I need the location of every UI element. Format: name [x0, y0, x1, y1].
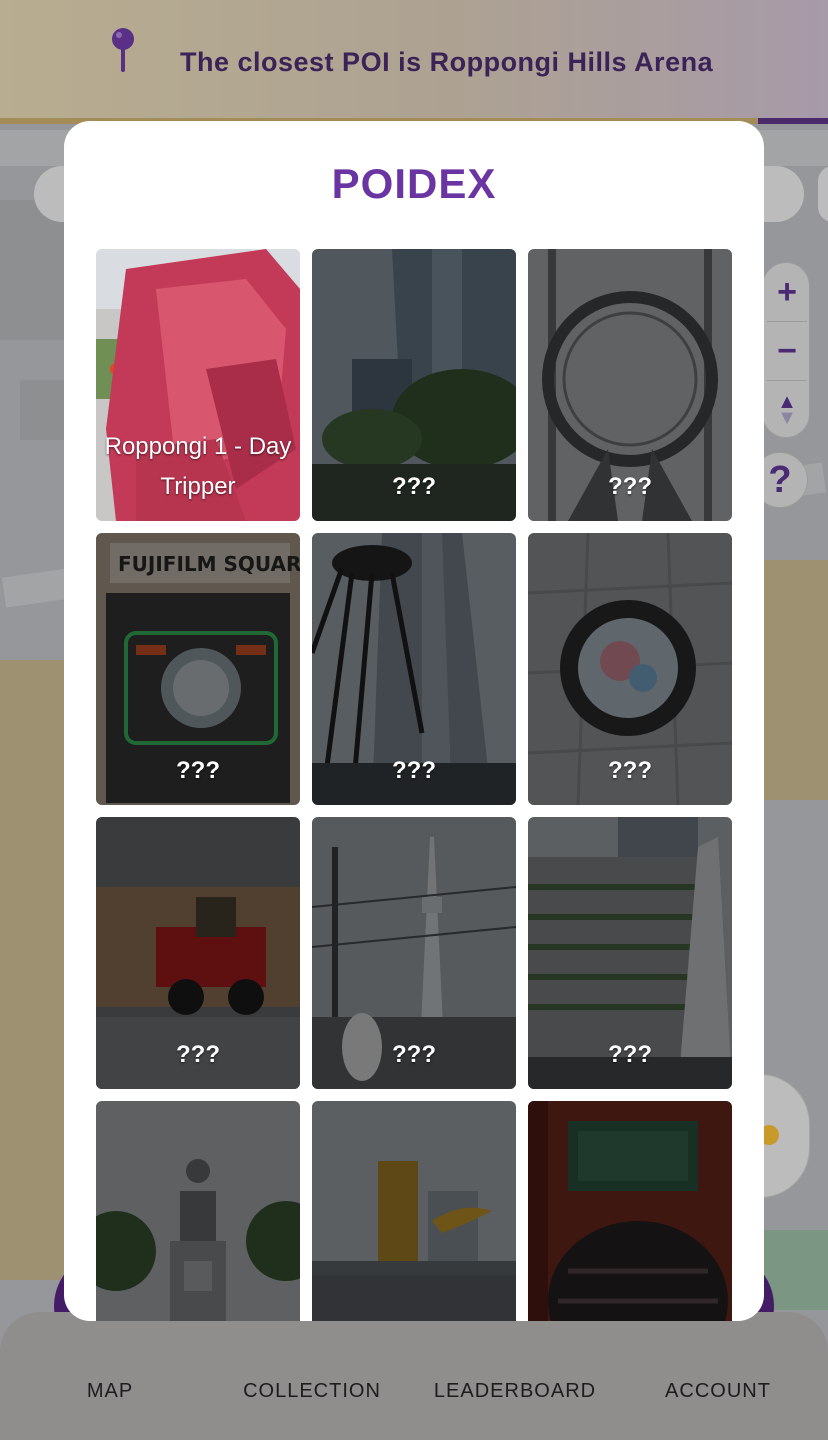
minus-icon: −	[777, 331, 797, 370]
nav-item-leaderboard[interactable]: LEADERBOARD	[430, 1374, 600, 1408]
map-filter-chip[interactable]	[818, 166, 828, 222]
poi-card[interactable]: ???	[312, 249, 516, 521]
modal-title: POIDEX	[331, 160, 497, 207]
poi-name: Roppongi 1 - Day Tripper	[104, 433, 292, 500]
poi-name: ???	[392, 473, 436, 500]
poi-name: ???	[608, 1041, 652, 1068]
poi-name: ???	[608, 473, 652, 500]
closest-poi-text: The closest POI is Roppongi Hills Arena	[180, 47, 714, 77]
poi-card[interactable]	[96, 1101, 300, 1321]
nav-item-map[interactable]: MAP	[40, 1374, 180, 1408]
closest-poi-banner: The closest POI is Roppongi Hills Arena	[0, 0, 828, 124]
poi-card[interactable]: ???	[312, 533, 516, 805]
poi-card[interactable]: ???	[528, 817, 732, 1089]
map-pin-icon	[112, 28, 134, 72]
poi-card[interactable]: ???	[312, 817, 516, 1089]
poi-card[interactable]	[312, 1101, 516, 1321]
zoom-control: + − ▲ ▼	[762, 262, 810, 438]
poi-card[interactable]: FUJIFILM SQUARE ???	[96, 533, 300, 805]
zoom-out-button[interactable]: −	[763, 322, 811, 380]
poi-name: ???	[176, 757, 220, 784]
question-icon: ?	[768, 458, 792, 501]
poi-grid: Roppongi 1 - Day Tripper ??? ??? FUJIFIL…	[96, 249, 732, 1321]
poi-card[interactable]: ???	[528, 249, 732, 521]
compass-button[interactable]: ▲ ▼	[763, 381, 811, 439]
poi-card[interactable]: ???	[96, 817, 300, 1089]
poi-card[interactable]: Roppongi 1 - Day Tripper	[96, 249, 300, 521]
poi-card[interactable]	[528, 1101, 732, 1321]
poidex-modal: POIDEX Roppongi 1 - Day Tripper ??? ??? …	[64, 121, 764, 1321]
nav-item-account[interactable]: ACCOUNT	[646, 1374, 790, 1408]
poi-name: ???	[392, 1041, 436, 1068]
poi-name: ???	[176, 1041, 220, 1068]
zoom-in-button[interactable]: +	[763, 263, 811, 321]
plus-icon: +	[777, 272, 797, 311]
poi-name: ???	[608, 757, 652, 784]
poi-card[interactable]: ???	[528, 533, 732, 805]
poi-name: ???	[392, 757, 436, 784]
nav-item-collection[interactable]: COLLECTION	[232, 1374, 392, 1408]
